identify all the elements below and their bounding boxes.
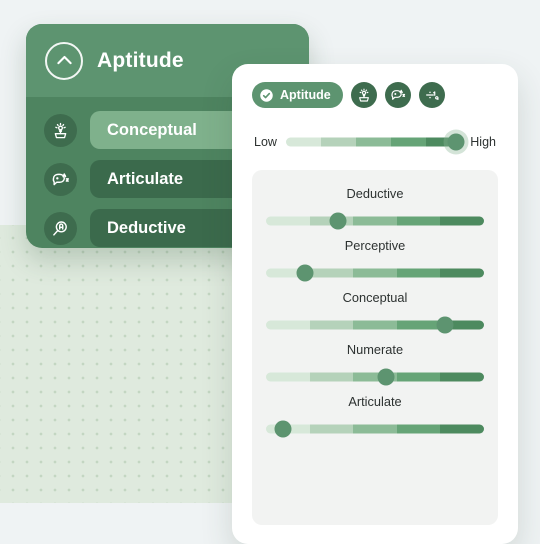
skill-slider-block: Perceptive — [266, 238, 484, 282]
track-segment — [309, 372, 354, 382]
track-segment — [396, 424, 441, 434]
skill-slider-thumb[interactable] — [329, 212, 347, 230]
track-segment — [353, 320, 397, 330]
skill-slider[interactable] — [266, 368, 484, 386]
legend-slider[interactable] — [285, 132, 465, 152]
skill-slider-label: Articulate — [348, 394, 402, 409]
check-circle-icon — [260, 88, 273, 102]
legend-high-label: High — [470, 135, 496, 149]
skill-slider-panel: Deductive Perceptive Conceptual Numerate Art… — [252, 170, 498, 525]
track-segment — [391, 137, 427, 147]
legend-track — [285, 137, 462, 147]
skill-slider-label: Perceptive — [344, 238, 406, 253]
skill-slider-thumb[interactable] — [274, 420, 292, 438]
skill-slider-thumb[interactable] — [296, 264, 314, 282]
tab-conceptual[interactable] — [350, 82, 377, 108]
skill-slider-thumb[interactable] — [436, 316, 454, 334]
skill-slider-track — [266, 424, 484, 434]
track-segment — [440, 424, 484, 434]
skill-slider-label: Numerate — [346, 342, 404, 357]
tab-numerate[interactable] — [418, 82, 445, 108]
speech-bubble-icon — [44, 162, 77, 196]
track-segment — [353, 424, 397, 434]
track-segment — [353, 216, 397, 226]
skill-slider[interactable] — [266, 212, 484, 230]
legend-low-label: Low — [254, 135, 277, 149]
track-segment — [440, 216, 484, 226]
speech-bubble-icon — [391, 89, 405, 100]
track-segment — [353, 268, 397, 278]
tab-row: Aptitude — [252, 82, 498, 108]
track-segment — [396, 268, 441, 278]
skill-slider-track — [266, 216, 484, 226]
magnifier-icon — [44, 211, 77, 245]
skill-slider-block: Articulate — [266, 394, 484, 438]
skill-slider-thumb[interactable] — [377, 368, 395, 386]
skill-slider[interactable] — [266, 264, 484, 282]
track-segment — [396, 320, 441, 330]
plant-idea-icon — [44, 113, 77, 147]
plant-idea-icon — [358, 88, 369, 102]
aptitude-detail-card: Aptitude Low High Deductive Perceptive C… — [232, 64, 518, 544]
skill-slider[interactable] — [266, 316, 484, 334]
track-segment — [440, 268, 484, 278]
track-segment — [396, 372, 441, 382]
tab-aptitude-label: Aptitude — [280, 88, 331, 102]
tab-articulate[interactable] — [384, 82, 411, 108]
skill-slider-block: Numerate — [266, 342, 484, 386]
legend-thumb[interactable] — [447, 133, 465, 151]
skill-slider[interactable] — [266, 420, 484, 438]
track-segment — [356, 137, 392, 147]
chevron-up-circle-icon — [45, 41, 83, 80]
skill-slider-label: Conceptual — [342, 290, 408, 305]
track-segment — [309, 424, 354, 434]
page-title: Aptitude — [97, 48, 184, 72]
skill-slider-block: Deductive — [266, 186, 484, 230]
tab-aptitude[interactable]: Aptitude — [252, 82, 343, 108]
track-segment — [285, 137, 321, 147]
scene: Aptitude Conceptual Articulate Deductive… — [0, 0, 540, 544]
skill-slider-track — [266, 372, 484, 382]
track-segment — [266, 216, 310, 226]
skill-slider-label: Deductive — [346, 186, 404, 201]
legend-slider-row: Low High — [252, 132, 498, 152]
track-segment — [309, 320, 354, 330]
track-segment — [266, 320, 310, 330]
math-divide-icon — [425, 91, 439, 100]
track-segment — [309, 268, 354, 278]
skill-slider-block: Conceptual — [266, 290, 484, 334]
track-segment — [266, 372, 310, 382]
track-segment — [321, 137, 357, 147]
track-segment — [440, 372, 484, 382]
track-segment — [396, 216, 441, 226]
